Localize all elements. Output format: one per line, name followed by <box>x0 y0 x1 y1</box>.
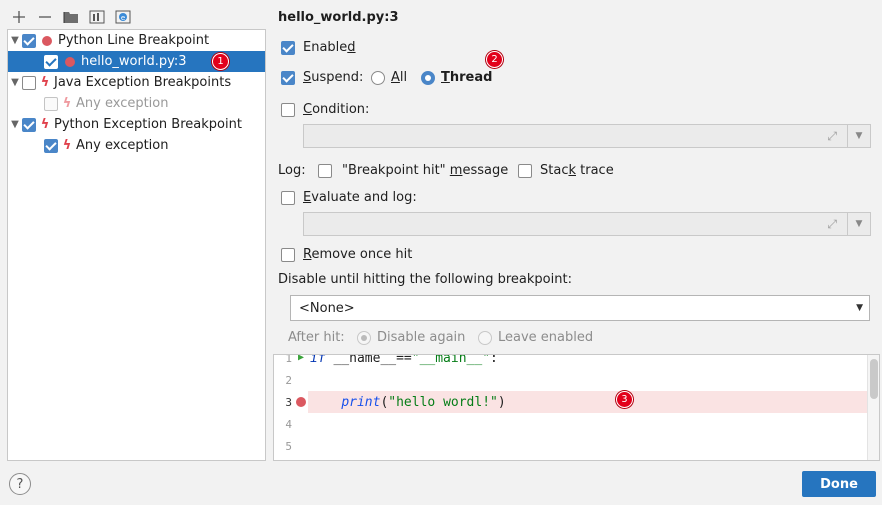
remove-once-label: Remove once hit <box>303 247 413 262</box>
evaluate-label: Evaluate and log: <box>303 190 417 205</box>
log-message-option[interactable]: "Breakpoint hit" message <box>318 163 508 178</box>
folder-icon[interactable] <box>62 8 80 26</box>
java-any-exception-checkbox[interactable] <box>44 96 58 111</box>
remove-once-checkbox[interactable] <box>281 247 295 262</box>
lightning-icon: ϟ <box>62 96 72 111</box>
disable-until-value: <None> <box>299 300 355 316</box>
java-exception-checkbox[interactable] <box>22 75 36 90</box>
evaluate-input[interactable]: ⤢ <box>303 212 848 236</box>
condition-checkbox[interactable] <box>281 102 295 117</box>
svg-text:e: e <box>121 14 125 22</box>
suspend-thread-label: Thread <box>441 70 493 85</box>
suspend-option[interactable]: Suspend: <box>281 70 363 85</box>
tree-item-label: Java Exception Breakpoints <box>54 75 232 90</box>
leave-enabled-radio-option[interactable]: Leave enabled <box>478 330 593 345</box>
remove-once-option[interactable]: Remove once hit <box>281 247 412 262</box>
annotation-badge-1: 1 <box>212 53 229 70</box>
tree-item-python-exception[interactable]: ▼ ϟ Python Exception Breakpoint <box>8 114 265 135</box>
breakpoint-dot-icon <box>42 35 52 46</box>
help-button[interactable]: ? <box>9 473 31 495</box>
expand-arrow-icon[interactable]: ▼ <box>8 35 22 46</box>
lightning-icon: ϟ <box>40 117 50 132</box>
breakpoint-dot-icon[interactable] <box>296 397 306 407</box>
code-line-1: if __name__== "__main__": <box>310 354 498 366</box>
suspend-all-radio-option[interactable]: All <box>371 70 407 85</box>
suspend-label: Suspend: <box>303 70 364 85</box>
annotation-badge-3: 3 <box>616 391 633 408</box>
suspend-thread-radio-option[interactable]: Thread <box>421 70 492 85</box>
expand-icon[interactable]: ⤢ <box>827 129 837 144</box>
tree-item-java-exception[interactable]: ▼ ϟ Java Exception Breakpoints <box>8 72 265 93</box>
disable-again-radio-option[interactable]: Disable again <box>357 330 465 345</box>
tree-item-label: Python Line Breakpoint <box>58 33 210 48</box>
filter-icon[interactable]: e <box>114 8 132 26</box>
condition-input[interactable]: ⤢ <box>303 124 848 148</box>
condition-dropdown-button[interactable]: ▼ <box>848 124 871 148</box>
condition-option[interactable]: Condition: <box>281 102 369 117</box>
chevron-down-icon: ▼ <box>855 131 863 141</box>
annotation-badge-2: 2 <box>486 51 503 68</box>
suspend-all-radio[interactable] <box>371 70 385 85</box>
python-any-exception-checkbox[interactable] <box>44 138 58 153</box>
remove-icon[interactable] <box>36 8 54 26</box>
code-editor[interactable]: 1 2 3 4 5 ▶ if __name__== "__main__": pri… <box>273 354 880 461</box>
log-message-label: "Breakpoint hit" message <box>342 163 509 178</box>
editor-scrollbar[interactable] <box>867 355 879 460</box>
disable-again-label: Disable again <box>377 330 466 345</box>
log-message-checkbox[interactable] <box>318 163 332 178</box>
expand-icon[interactable]: ⤢ <box>827 217 837 232</box>
enabled-checkbox[interactable] <box>281 40 295 55</box>
condition-label: Condition: <box>303 102 370 117</box>
expand-arrow-icon[interactable]: ▼ <box>8 77 22 88</box>
disable-again-radio[interactable] <box>357 330 371 345</box>
tree-item-label: hello_world.py:3 <box>81 54 187 69</box>
leave-enabled-radio[interactable] <box>478 330 492 345</box>
python-line-checkbox[interactable] <box>22 33 36 48</box>
lightning-icon: ϟ <box>40 75 50 90</box>
tree-item-label: Any exception <box>76 96 169 111</box>
evaluate-option[interactable]: Evaluate and log: <box>281 190 417 205</box>
line-number: 4 <box>285 418 292 431</box>
line-number: 1 <box>285 354 292 365</box>
suspend-thread-radio[interactable] <box>421 70 435 85</box>
expand-arrow-icon[interactable]: ▼ <box>8 119 22 130</box>
breakpoint-tree[interactable]: ▼ Python Line Breakpoint hello_world.py:… <box>7 29 266 461</box>
chevron-down-icon: ▼ <box>856 303 863 313</box>
leave-enabled-label: Leave enabled <box>498 330 594 345</box>
tree-item-python-line-breakpoint[interactable]: ▼ Python Line Breakpoint <box>8 30 265 51</box>
python-exception-checkbox[interactable] <box>22 117 36 132</box>
stack-trace-checkbox[interactable] <box>518 163 532 178</box>
tree-item-label: Any exception <box>76 138 169 153</box>
code-line-3: print("hello wordl!") <box>341 394 506 410</box>
chevron-down-icon: ▼ <box>855 219 863 229</box>
disable-until-select[interactable]: <None> ▼ <box>290 295 870 321</box>
tree-item-label: Python Exception Breakpoint <box>54 117 242 132</box>
evaluate-dropdown-button[interactable]: ▼ <box>848 212 871 236</box>
line-number: 3 <box>285 396 292 409</box>
disable-until-label: Disable until hitting the following brea… <box>278 272 572 287</box>
done-button[interactable]: Done <box>802 471 876 497</box>
scrollbar-thumb[interactable] <box>870 359 878 399</box>
stack-trace-option[interactable]: Stack trace <box>518 163 614 178</box>
line-number: 2 <box>285 374 292 387</box>
hello-world-checkbox[interactable] <box>44 54 58 69</box>
line-number: 5 <box>285 440 292 453</box>
evaluate-checkbox[interactable] <box>281 190 295 205</box>
lightning-icon: ϟ <box>62 138 72 153</box>
log-label: Log: <box>278 163 306 178</box>
after-hit-label: After hit: <box>288 330 345 345</box>
add-icon[interactable] <box>10 8 28 26</box>
enabled-option[interactable]: Enabled <box>281 40 356 55</box>
stack-trace-label: Stack trace <box>540 163 614 178</box>
breakpoint-dot-icon <box>65 56 75 67</box>
suspend-all-label: All <box>391 70 408 85</box>
run-gutter-icon[interactable]: ▶ <box>298 355 304 363</box>
enabled-label: Enabled <box>303 40 356 55</box>
breakpoint-title: hello_world.py:3 <box>278 10 399 25</box>
tree-item-python-any-exception[interactable]: ϟ Any exception <box>8 135 265 156</box>
group-icon[interactable] <box>88 8 106 26</box>
suspend-checkbox[interactable] <box>281 70 295 85</box>
tree-item-java-any-exception[interactable]: ϟ Any exception <box>8 93 265 114</box>
